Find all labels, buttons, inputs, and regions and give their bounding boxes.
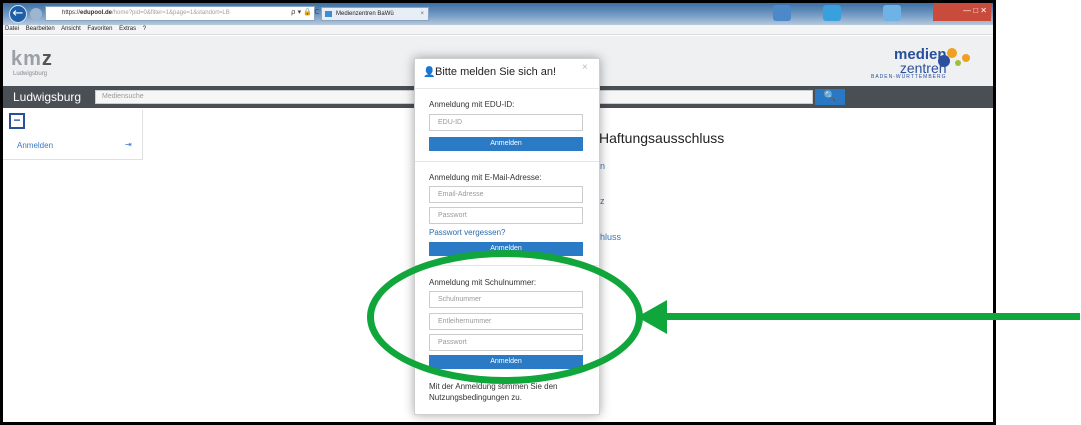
address-prefix: https://: [62, 10, 81, 16]
browser-tab[interactable]: Medienzentren BaWü ×: [321, 7, 429, 21]
annotation-ellipse: [367, 250, 643, 384]
app-icon[interactable]: [773, 5, 791, 21]
modal-header: 👤 Bitte melden Sie sich an! ×: [415, 59, 599, 89]
back-button[interactable]: ←: [9, 5, 27, 23]
kmz-logo[interactable]: kmz: [11, 48, 53, 71]
search-button[interactable]: 🔍: [815, 89, 845, 105]
edu-login-section: Anmeldung mit EDU-ID: EDU-ID Anmelden: [415, 89, 599, 162]
content-link[interactable]: z: [600, 196, 605, 206]
app-icon[interactable]: [883, 5, 901, 21]
address-bar[interactable]: https://edupool.de/home?pid=0&filter=1&p…: [45, 6, 315, 21]
modal-title: Bitte melden Sie sich an!: [435, 66, 557, 78]
kmz-subtitle: Ludwigsburg: [13, 71, 48, 77]
password-input[interactable]: Passwort: [429, 207, 583, 224]
menu-item[interactable]: Bearbeiten: [26, 26, 55, 32]
menu-item[interactable]: ?: [143, 26, 146, 32]
menu-item[interactable]: Ansicht: [61, 26, 81, 32]
menu-item[interactable]: Extras: [119, 26, 136, 32]
forward-button[interactable]: [30, 8, 42, 20]
terms-note: Mit der Anmeldung stimmen Sie den Nutzun…: [429, 382, 558, 402]
mz-logo-line3: BADEN-WÜRTTEMBERG: [871, 74, 947, 80]
window-controls[interactable]: — □ ✕: [933, 3, 991, 21]
address-bar-icons[interactable]: ρ ▾ 🔒 C: [291, 6, 319, 19]
tab-favicon-icon: [325, 11, 332, 17]
menu-item[interactable]: Datei: [5, 26, 19, 32]
tab-title: Medienzentren BaWü: [336, 11, 394, 17]
forgot-password-link[interactable]: Passwort vergessen?: [429, 228, 505, 237]
annotation-arrow-shaft: [660, 313, 1080, 320]
edu-login-button[interactable]: Anmelden: [429, 137, 583, 151]
content-link[interactable]: hluss: [600, 232, 621, 242]
disclaimer-heading: Haftungsausschluss: [599, 130, 725, 146]
annotation-arrow-head-icon: [637, 300, 667, 334]
email-login-label: Anmeldung mit E-Mail-Adresse:: [429, 173, 542, 182]
kmz-logo-text: km: [11, 48, 42, 70]
mz-logo-line2: zentren: [899, 60, 947, 76]
mz-logo-dots-icon: [938, 48, 970, 67]
kmz-logo-z: z: [41, 48, 53, 70]
menu-item[interactable]: Favoriten: [87, 26, 112, 32]
edu-login-label: Anmeldung mit EDU-ID:: [429, 100, 515, 109]
sidebar-login-link[interactable]: Anmelden: [17, 141, 53, 150]
location-label[interactable]: Ludwigsburg: [13, 90, 81, 104]
screenshot-frame: ← https://edupool.de/home?pid=0&filter=1…: [0, 0, 996, 425]
browser-app-icon[interactable]: [823, 5, 841, 21]
tab-close-icon[interactable]: ×: [420, 8, 424, 20]
address-path: /home?pid=0&filter=1&page=1&standort=LB: [112, 10, 230, 16]
close-icon[interactable]: ×: [582, 62, 588, 73]
medienzentren-logo[interactable]: medien zentren BADEN-WÜRTTEMBERG: [871, 47, 947, 80]
sign-in-icon[interactable]: ⇥: [125, 140, 132, 149]
browser-titlebar: ← https://edupool.de/home?pid=0&filter=1…: [3, 3, 993, 25]
search-icon: 🔍: [823, 91, 837, 102]
address-domain: edupool.de: [80, 10, 113, 16]
user-icon: 👤: [423, 67, 436, 78]
edu-id-input[interactable]: EDU-ID: [429, 114, 583, 131]
menu-bar: Datei Bearbeiten Ansicht Favoriten Extra…: [3, 25, 993, 35]
content-link[interactable]: n: [600, 161, 605, 171]
email-input[interactable]: Email-Adresse: [429, 186, 583, 203]
sidebar-collapse-toggle[interactable]: −: [9, 113, 25, 129]
